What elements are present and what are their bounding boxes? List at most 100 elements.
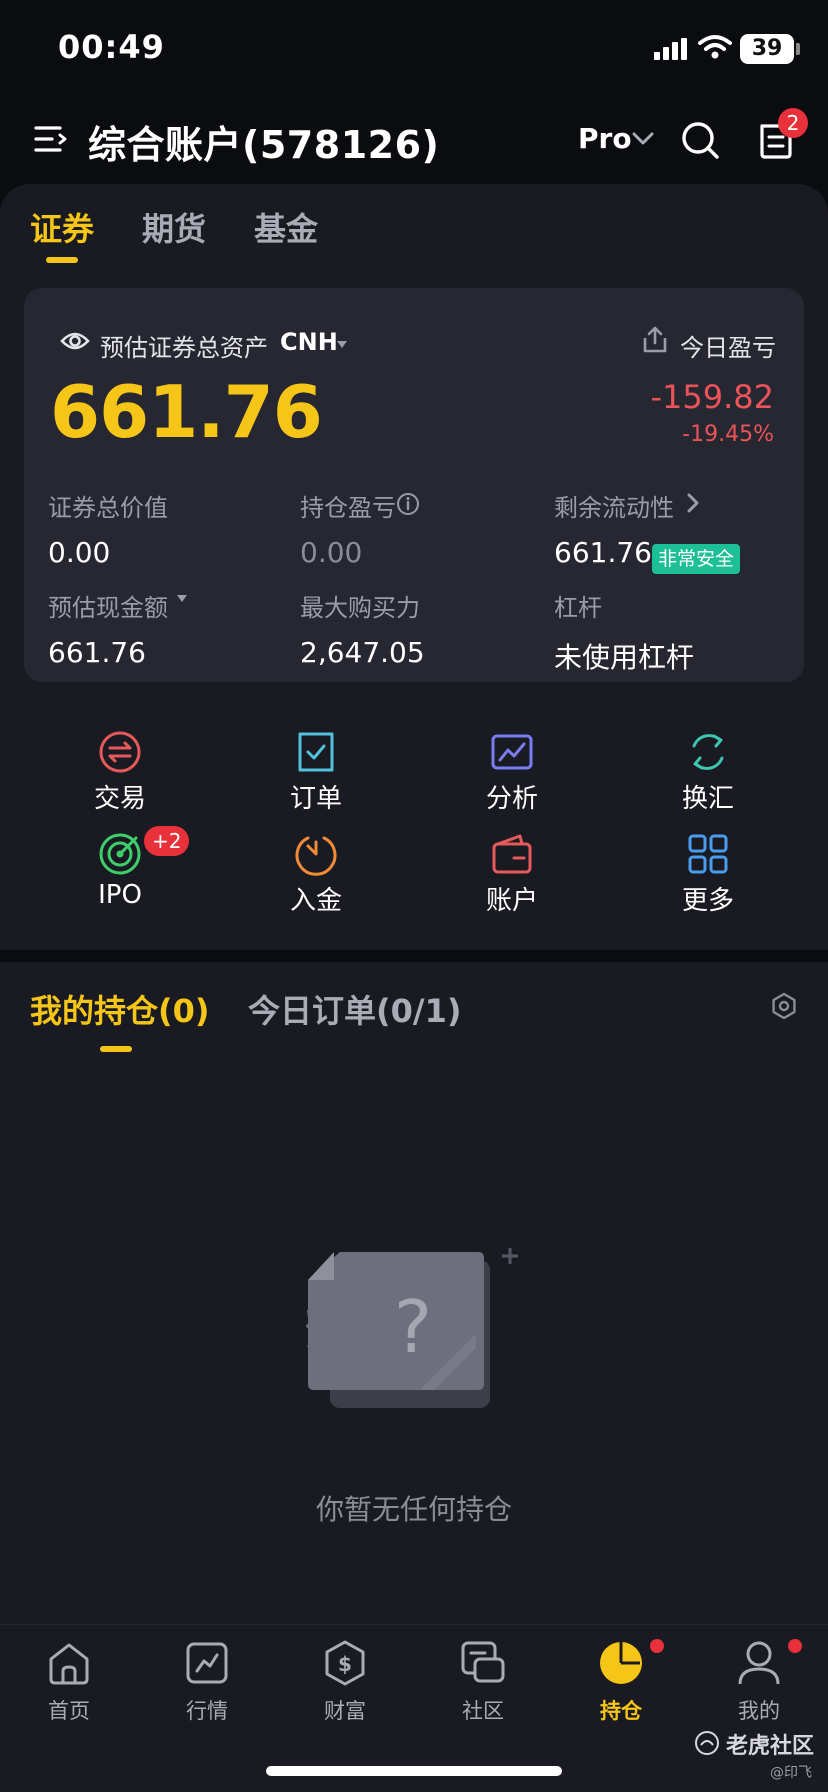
securities-value: 0.00 [48, 536, 111, 569]
position-pnl-label: 持仓盈亏 [300, 494, 396, 522]
analysis-chart-icon [491, 734, 533, 770]
share-icon[interactable] [642, 326, 668, 354]
ipo-count-badge: +2 [144, 826, 190, 856]
tab-today-orders[interactable]: 今日订单(0/1) [248, 986, 461, 1032]
status-time: 00:49 [58, 28, 165, 66]
watermark-user: @印飞 [770, 1765, 812, 1781]
action-label: 更多 [681, 886, 734, 916]
nav-wealth[interactable]: $ 财富 [276, 1639, 414, 1729]
header: 综合账户(578126) Pro [0, 100, 828, 186]
nav-markets[interactable]: 行情 [138, 1639, 276, 1729]
excess-liquidity-value: 661.76 [554, 536, 652, 569]
currency-selector[interactable]: CNH [280, 328, 338, 356]
asset-summary-card: 预估证券总资产 CNH 今日盈亏 661.76 -159.82 -19.45% … [24, 288, 804, 682]
home-icon [49, 1643, 89, 1685]
wifi-icon [698, 35, 732, 59]
caret-down-icon[interactable] [336, 340, 348, 350]
nav-positions[interactable]: 持仓 [552, 1639, 690, 1729]
chat-bubbles-icon [461, 1641, 505, 1683]
action-label: 交易 [93, 784, 146, 814]
message-badge: 2 [778, 108, 808, 138]
tab-my-positions[interactable]: 我的持仓(0) [30, 986, 210, 1032]
chevron-down-icon[interactable] [632, 132, 654, 146]
positions-notification-dot [650, 1639, 664, 1653]
battery-cap [796, 43, 800, 55]
active-tab-indicator [100, 1046, 132, 1052]
total-assets-label: 预估证券总资产 [100, 334, 268, 362]
nav-home[interactable]: 首页 [0, 1639, 138, 1729]
holdings-section: 我的持仓(0) 今日订单(0/1) ? 你暂无任何持仓 [0, 962, 828, 1624]
action-label: 分析 [485, 784, 538, 814]
total-assets-value: 661.76 [50, 370, 323, 454]
account-title[interactable]: 综合账户(578126) [88, 114, 439, 169]
status-bar: 00:49 39 [0, 0, 828, 100]
action-label: 账户 [485, 886, 538, 916]
action-trade[interactable]: 交易 [40, 730, 200, 820]
tab-futures[interactable]: 期货 [142, 204, 206, 250]
action-label: 入金 [289, 886, 342, 916]
currency-swap-icon [692, 734, 724, 770]
menu-icon[interactable] [34, 124, 68, 154]
action-more[interactable]: 更多 [628, 832, 788, 922]
action-label: 换汇 [681, 784, 734, 814]
nav-label: 我的 [738, 1699, 780, 1723]
market-chart-icon [186, 1642, 228, 1684]
grid-more-icon [688, 834, 728, 874]
tab-funds[interactable]: 基金 [254, 204, 318, 250]
deposit-icon [295, 836, 337, 876]
search-icon[interactable] [680, 120, 720, 160]
wallet-icon [492, 834, 532, 874]
nav-label: 持仓 [600, 1699, 642, 1723]
buying-power-value: 2,647.05 [300, 636, 425, 669]
action-deposit[interactable]: 入金 [236, 832, 396, 922]
nav-me[interactable]: 我的 [690, 1639, 828, 1729]
chevron-right-icon[interactable] [686, 492, 700, 514]
svg-text:$: $ [338, 1652, 352, 1676]
cellular-signal-icon [654, 38, 687, 60]
estimated-cash-label[interactable]: 预估现金额 [48, 588, 168, 623]
action-analysis[interactable]: 分析 [432, 730, 592, 820]
battery-indicator: 39 [740, 34, 794, 64]
today-pnl-label: 今日盈亏 [680, 334, 776, 362]
caret-down-icon[interactable] [176, 594, 188, 604]
order-check-icon [298, 732, 334, 772]
action-label: IPO [98, 880, 142, 910]
section-divider [0, 950, 828, 962]
tiger-logo-icon [695, 1731, 719, 1755]
action-orders[interactable]: 订单 [236, 730, 396, 820]
asset-tabs: 证券 期货 基金 [0, 184, 828, 264]
empty-document-icon: ? [306, 1248, 518, 1408]
active-tab-indicator [46, 257, 78, 263]
pie-chart-icon [600, 1642, 642, 1684]
svg-text:?: ? [394, 1285, 432, 1369]
tab-securities[interactable]: 证券 [30, 204, 94, 250]
info-icon[interactable] [396, 492, 420, 516]
safety-status-badge: 非常安全 [652, 544, 741, 574]
nav-label: 社区 [462, 1699, 504, 1723]
nav-label: 财富 [324, 1699, 366, 1723]
action-fx-exchange[interactable]: 换汇 [628, 730, 788, 820]
home-indicator [266, 1766, 562, 1776]
settings-icon[interactable] [770, 992, 798, 1020]
action-label: 订单 [289, 784, 342, 814]
buying-power-label: 最大购买力 [300, 594, 420, 622]
action-account[interactable]: 账户 [432, 832, 592, 922]
pro-mode-toggle[interactable]: Pro [578, 122, 632, 155]
nav-label: 首页 [48, 1699, 90, 1723]
nav-community[interactable]: 社区 [414, 1639, 552, 1729]
ipo-target-icon [99, 833, 141, 875]
watermark-brand: 老虎社区 [726, 1734, 815, 1759]
securities-value-label: 证券总价值 [48, 494, 168, 522]
eye-icon[interactable] [60, 330, 90, 352]
position-pnl-value: 0.00 [300, 536, 363, 569]
today-pnl-value: -159.82 [650, 378, 774, 416]
excess-liquidity-label[interactable]: 剩余流动性 [554, 488, 674, 523]
estimated-cash-value: 661.76 [48, 636, 146, 669]
nav-label: 行情 [186, 1699, 228, 1723]
leverage-label: 杠杆 [554, 594, 602, 622]
today-pnl-percent: -19.45% [682, 422, 774, 447]
dollar-shield-icon: $ [325, 1640, 365, 1686]
empty-holdings-text: 你暂无任何持仓 [315, 1493, 512, 1526]
exchange-icon [99, 731, 141, 773]
leverage-value: 未使用杠杆 [554, 641, 695, 674]
